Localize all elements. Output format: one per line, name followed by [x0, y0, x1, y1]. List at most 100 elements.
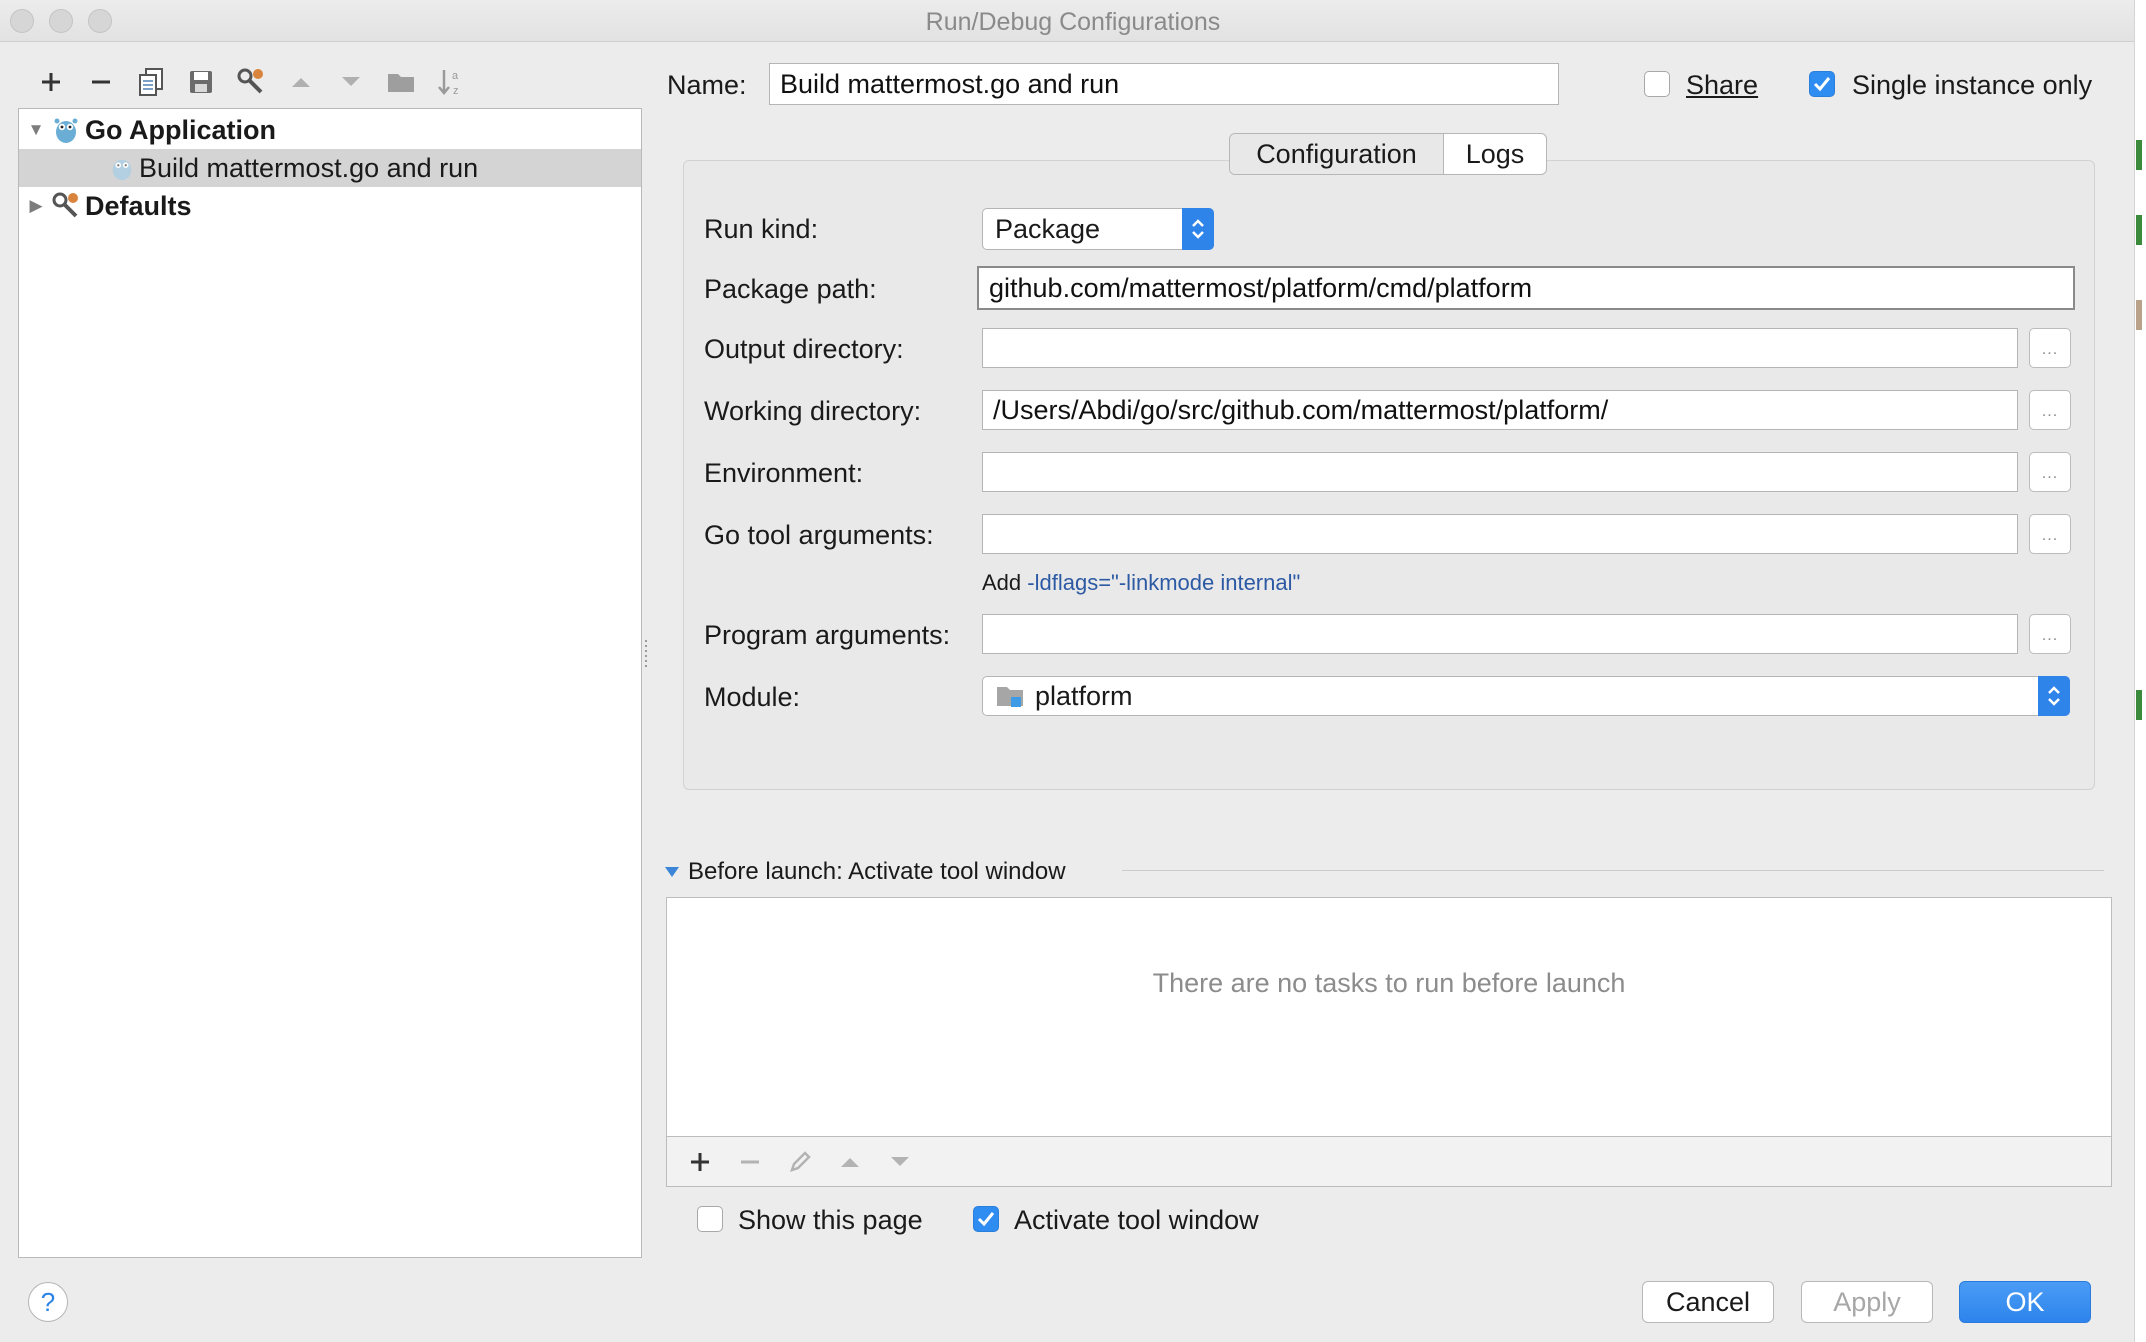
environment-browse-button[interactable]: ...: [2029, 452, 2071, 492]
tab-configuration[interactable]: Configuration: [1230, 134, 1444, 174]
module-value: platform: [1035, 680, 1133, 711]
splitter-handle[interactable]: [644, 640, 648, 670]
remove-configuration-button[interactable]: [76, 62, 126, 102]
move-down-button[interactable]: [326, 62, 376, 102]
working-directory-browse-button[interactable]: ...: [2029, 390, 2071, 430]
collapse-arrow-icon[interactable]: ▶: [27, 196, 45, 215]
tree-item-label: Build mattermost.go and run: [139, 152, 479, 183]
module-folder-icon: [997, 687, 1023, 707]
ldflags-link[interactable]: -ldflags="-linkmode internal": [1027, 570, 1300, 595]
program-arguments-input[interactable]: [982, 614, 2018, 654]
edit-task-button[interactable]: [775, 1142, 825, 1182]
tree-item-label: Go Application: [85, 114, 276, 145]
sort-button[interactable]: az: [426, 62, 476, 102]
module-select[interactable]: platform: [982, 676, 2070, 716]
expand-arrow-icon[interactable]: ▼: [27, 120, 45, 139]
share-label-text: Share: [1686, 70, 1759, 100]
background-marker: [2136, 215, 2142, 245]
svg-text:a: a: [452, 70, 459, 82]
before-launch-toolbar: [666, 1137, 2112, 1187]
window-titlebar: Run/Debug Configurations: [0, 0, 2146, 42]
before-launch-divider: [1122, 870, 2104, 871]
ok-button[interactable]: OK: [1959, 1281, 2091, 1323]
package-path-label: Package path:: [704, 274, 877, 304]
minus-icon: [92, 80, 110, 84]
configuration-tree: ▼ Go Application Build mattermost.go and…: [18, 108, 642, 1258]
output-directory-input[interactable]: [982, 328, 2018, 368]
cancel-button[interactable]: Cancel: [1642, 1281, 1774, 1323]
background-marker: [2136, 690, 2142, 720]
copy-icon: [139, 68, 163, 96]
move-task-up-button[interactable]: [825, 1142, 875, 1182]
checkmark-icon: [1813, 77, 1831, 92]
edit-defaults-button[interactable]: [226, 62, 276, 102]
wrench-icon: [237, 68, 263, 94]
name-label: Name:: [667, 70, 747, 100]
run-kind-value: Package: [995, 213, 1101, 244]
updown-chevron-icon: [2038, 676, 2070, 716]
svg-text:z: z: [453, 85, 459, 97]
sort-az-icon: az: [438, 70, 459, 97]
name-input[interactable]: Build mattermost.go and run: [769, 63, 1559, 105]
folder-icon: [388, 74, 414, 92]
apply-button[interactable]: Apply: [1801, 1281, 1933, 1323]
arrow-down-icon: [891, 1156, 909, 1166]
before-launch-task-list[interactable]: There are no tasks to run before launch: [666, 897, 2112, 1137]
output-directory-browse-button[interactable]: ...: [2029, 328, 2071, 368]
share-checkbox[interactable]: [1644, 71, 1670, 97]
add-task-button[interactable]: [675, 1142, 725, 1182]
activate-tool-window-label: Activate tool window: [1014, 1205, 1259, 1235]
updown-chevron-icon: [1182, 208, 1214, 250]
activate-tool-window-checkbox[interactable]: [973, 1206, 999, 1232]
background-window-edge: [2134, 0, 2146, 1342]
add-configuration-button[interactable]: [26, 62, 76, 102]
program-arguments-browse-button[interactable]: ...: [2029, 614, 2071, 654]
tab-logs[interactable]: Logs: [1444, 134, 1546, 174]
show-this-page-label: Show this page: [738, 1205, 923, 1235]
window-title: Run/Debug Configurations: [925, 8, 1221, 36]
move-task-down-button[interactable]: [875, 1142, 925, 1182]
package-path-input[interactable]: github.com/mattermost/platform/cmd/platf…: [977, 266, 2075, 310]
tree-item-defaults[interactable]: ▶ Defaults: [19, 187, 641, 225]
module-label: Module:: [704, 682, 801, 712]
remove-task-button[interactable]: [725, 1142, 775, 1182]
checkmark-icon: [977, 1212, 995, 1227]
run-kind-select[interactable]: Package: [982, 208, 1214, 250]
go-tool-arguments-browse-button[interactable]: ...: [2029, 514, 2071, 554]
program-arguments-label: Program arguments:: [704, 620, 951, 650]
move-up-button[interactable]: [276, 62, 326, 102]
show-this-page-checkbox[interactable]: [697, 1206, 723, 1232]
minus-icon: [741, 1160, 759, 1163]
before-launch-header: Before launch: Activate tool window: [688, 858, 1066, 885]
arrow-up-icon: [841, 1157, 859, 1167]
save-icon: [190, 71, 212, 93]
environment-label: Environment:: [704, 458, 864, 488]
environment-input[interactable]: [982, 452, 2018, 492]
run-kind-label: Run kind:: [704, 214, 819, 244]
arrow-up-icon: [292, 78, 310, 87]
single-instance-checkbox[interactable]: [1809, 71, 1835, 97]
working-directory-input[interactable]: /Users/Abdi/go/src/github.com/mattermost…: [982, 390, 2018, 430]
tree-item-build-config[interactable]: Build mattermost.go and run: [19, 149, 641, 187]
share-label: Share: [1686, 70, 1758, 101]
single-instance-label: Single instance only: [1852, 70, 2093, 100]
go-tool-arguments-input[interactable]: [982, 514, 2018, 554]
tree-item-go-application[interactable]: ▼ Go Application: [19, 111, 641, 149]
disclosure-triangle-icon: [665, 867, 679, 877]
plus-icon: [42, 73, 60, 91]
gopher-faded-icon: [107, 153, 137, 183]
pencil-icon: [790, 1150, 811, 1172]
wrench-icon: [51, 191, 81, 221]
background-marker: [2136, 140, 2142, 170]
ldflags-hint: Add -ldflags="-linkmode internal": [982, 570, 1300, 596]
create-folder-button[interactable]: [376, 62, 426, 102]
empty-state-text: There are no tasks to run before launch: [1152, 968, 1626, 998]
before-launch-toggle[interactable]: Before launch: Activate tool window: [664, 858, 1066, 886]
help-button[interactable]: ?: [28, 1282, 68, 1322]
background-marker: [2136, 300, 2142, 330]
copy-configuration-button[interactable]: [126, 62, 176, 102]
gopher-icon: [51, 115, 81, 145]
config-toolbar: az: [26, 62, 476, 102]
hint-prefix: Add: [982, 570, 1022, 595]
save-configuration-button[interactable]: [176, 62, 226, 102]
